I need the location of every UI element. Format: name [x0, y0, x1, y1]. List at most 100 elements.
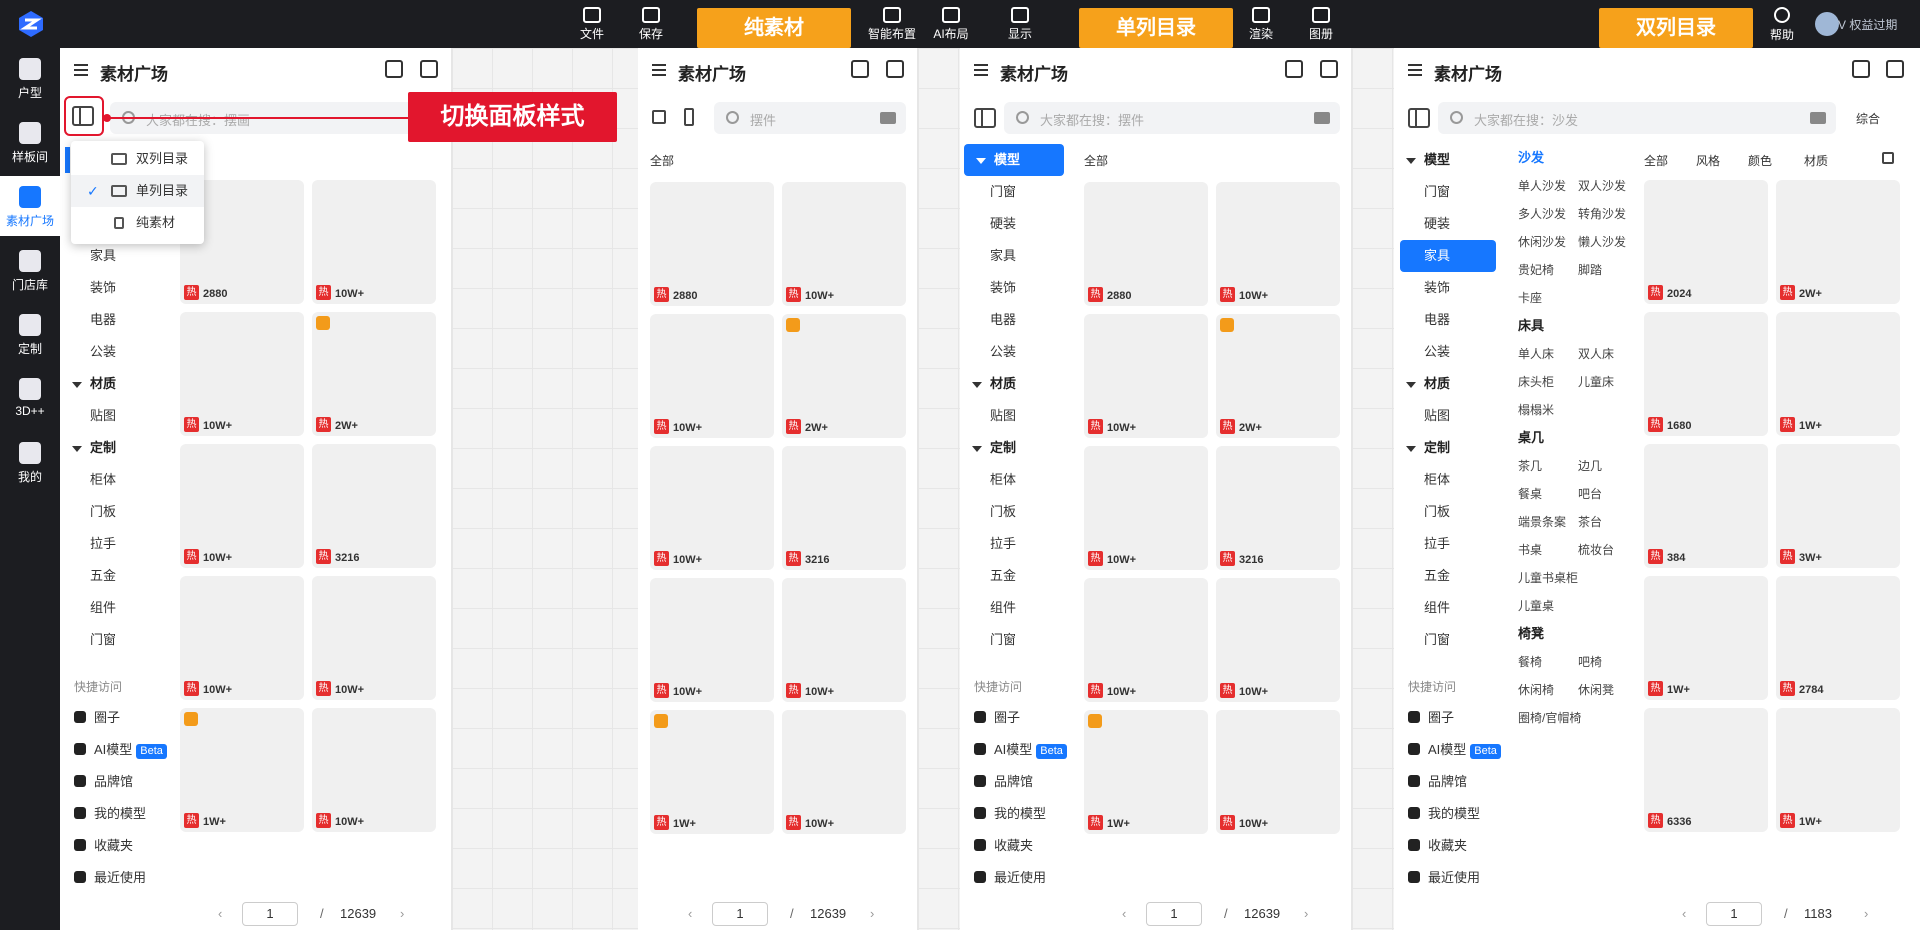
save-button[interactable]: 保存	[625, 4, 677, 44]
tag-item[interactable]: 多人沙发	[1518, 200, 1578, 228]
quick-brand[interactable]: 品牌馆	[60, 766, 168, 798]
rail-3dplus[interactable]: 3D++	[0, 368, 60, 428]
tag-item[interactable]: 餐桌	[1518, 480, 1578, 508]
rail-custom[interactable]: 定制	[0, 304, 60, 364]
filter-color[interactable]: 颜色	[1748, 152, 1772, 169]
tag-item[interactable]: 单人床	[1518, 340, 1578, 368]
quick-my-models[interactable]: 我的模型	[960, 798, 1068, 830]
cat-door-panel[interactable]: 门板	[960, 496, 1068, 528]
external-link-icon[interactable]	[886, 60, 904, 78]
next-page-button[interactable]: ›	[870, 906, 874, 921]
material-card[interactable]: 热 10W+	[782, 182, 906, 306]
prev-page-button[interactable]: ‹	[1682, 906, 1686, 921]
tag-item[interactable]: 端景条案	[1518, 508, 1578, 536]
quick-ai-model[interactable]: AI模型 Beta	[1394, 734, 1502, 766]
import-icon[interactable]	[385, 60, 403, 78]
cat-group-custom[interactable]: 定制	[1394, 432, 1502, 464]
quick-circle[interactable]: 圈子	[1394, 702, 1502, 734]
material-card[interactable]: 热 1W+	[180, 708, 304, 832]
option-single-column[interactable]: ✓ 单列目录	[71, 175, 204, 207]
material-card[interactable]: 热 1680	[1644, 312, 1768, 436]
search-input[interactable]: 大家都在搜：摆件	[1004, 102, 1340, 134]
quick-circle[interactable]: 圈子	[960, 702, 1068, 734]
material-card[interactable]: 热 1W+	[1776, 708, 1900, 832]
help-button[interactable]: 帮助	[1762, 4, 1802, 43]
material-card[interactable]: 热 2W+	[312, 312, 436, 436]
cat-door-window[interactable]: 门窗	[60, 624, 168, 656]
option-pure-material[interactable]: 纯素材	[71, 207, 204, 239]
tag-item[interactable]: 双人沙发	[1578, 172, 1638, 200]
tag-item[interactable]: 儿童桌	[1518, 592, 1578, 620]
cat-hard-decor[interactable]: 硬装	[1394, 208, 1502, 240]
quick-recent[interactable]: 最近使用	[1394, 862, 1502, 894]
canvas-area[interactable]	[918, 48, 960, 930]
tag-item[interactable]: 榻榻米	[1518, 396, 1578, 424]
cat-public[interactable]: 公装	[60, 336, 168, 368]
quick-brand[interactable]: 品牌馆	[960, 766, 1068, 798]
quick-ai-model[interactable]: AI模型 Beta	[960, 734, 1068, 766]
menu-icon[interactable]	[652, 64, 666, 76]
cat-hard-decor[interactable]: 硬装	[960, 208, 1068, 240]
tag-item[interactable]: 卡座	[1518, 284, 1578, 312]
quick-favorites[interactable]: 收藏夹	[60, 830, 168, 862]
phone-icon[interactable]	[684, 108, 694, 126]
prev-page-button[interactable]: ‹	[1122, 906, 1126, 921]
option-double-column[interactable]: 双列目录	[71, 143, 204, 175]
tag-item[interactable]: 床头柜	[1518, 368, 1578, 396]
material-card[interactable]: 热 2880	[650, 182, 774, 306]
tag-item[interactable]: 休闲凳	[1578, 676, 1638, 704]
quick-favorites[interactable]: 收藏夹	[1394, 830, 1502, 862]
cat-group-material[interactable]: 材质	[60, 368, 168, 400]
material-card[interactable]: 热 3216	[312, 444, 436, 568]
tag-item[interactable]: 茶台	[1578, 508, 1638, 536]
material-card[interactable]: 热 10W+	[782, 578, 906, 702]
cat-door-window[interactable]: 门窗	[960, 176, 1068, 208]
tag-item[interactable]: 贵妃椅	[1518, 256, 1578, 284]
material-card[interactable]: 热 2W+	[1216, 314, 1340, 438]
material-card[interactable]: 热 10W+	[650, 446, 774, 570]
import-icon[interactable]	[851, 60, 869, 78]
menu-icon[interactable]	[974, 64, 988, 76]
cat-public[interactable]: 公装	[960, 336, 1068, 368]
quick-my-models[interactable]: 我的模型	[60, 798, 168, 830]
quick-circle[interactable]: 圈子	[60, 702, 168, 734]
material-card[interactable]: 热 10W+	[650, 314, 774, 438]
tag-item[interactable]: 休闲沙发	[1518, 228, 1578, 256]
cat-component[interactable]: 组件	[60, 592, 168, 624]
material-card[interactable]: 热 10W+	[180, 312, 304, 436]
material-card[interactable]: 热 10W+	[312, 180, 436, 304]
filter-style[interactable]: 风格	[1696, 152, 1720, 169]
material-card[interactable]: 热 1W+	[650, 710, 774, 834]
cat-group-model[interactable]: 模型	[964, 144, 1064, 176]
cat-decor[interactable]: 装饰	[960, 272, 1068, 304]
material-card[interactable]: 热 384	[1644, 444, 1768, 568]
import-icon[interactable]	[1852, 60, 1870, 78]
tag-item[interactable]: 书桌	[1518, 536, 1578, 564]
material-card[interactable]: 热 3216	[782, 446, 906, 570]
quick-recent[interactable]: 最近使用	[60, 862, 168, 894]
cat-group-material[interactable]: 材质	[1394, 368, 1502, 400]
cat-door-panel[interactable]: 门板	[1394, 496, 1502, 528]
quick-my-models[interactable]: 我的模型	[1394, 798, 1502, 830]
camera-icon[interactable]	[1314, 112, 1330, 124]
rail-floorplan[interactable]: 户型	[0, 48, 60, 108]
cat-furniture[interactable]: 家具	[960, 240, 1068, 272]
menu-icon[interactable]	[74, 64, 88, 76]
tag-item[interactable]: 单人沙发	[1518, 172, 1578, 200]
external-link-icon[interactable]	[1320, 60, 1338, 78]
material-card[interactable]: 热 3W+	[1776, 444, 1900, 568]
tag-item[interactable]: 儿童书桌柜	[1518, 564, 1638, 592]
menu-icon[interactable]	[1408, 64, 1422, 76]
material-card[interactable]: 热 10W+	[1084, 578, 1208, 702]
cat-handle[interactable]: 拉手	[960, 528, 1068, 560]
smart-layout-button[interactable]: 智能布置	[866, 4, 918, 44]
external-link-icon[interactable]	[420, 60, 438, 78]
material-card[interactable]: 热 10W+	[782, 710, 906, 834]
prev-page-button[interactable]: ‹	[688, 906, 692, 921]
material-card[interactable]: 热 10W+	[1216, 182, 1340, 306]
tag-item[interactable]: 休闲椅	[1518, 676, 1578, 704]
search-input[interactable]: 大家都在搜：沙发	[1438, 102, 1836, 134]
cat-door-panel[interactable]: 门板	[60, 496, 168, 528]
external-link-icon[interactable]	[1886, 60, 1904, 78]
sort-dropdown[interactable]: 综合	[1856, 110, 1880, 127]
